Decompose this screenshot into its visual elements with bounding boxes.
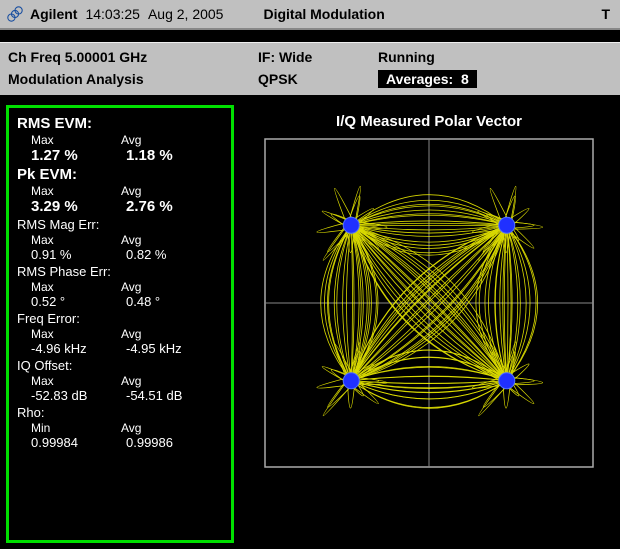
metric-value: 0.48 °	[112, 294, 207, 309]
metric-title: Rho:	[17, 405, 223, 420]
metric-col-label: Avg	[107, 327, 197, 341]
topbar: Agilent 14:03:25 Aug 2, 2005 Digital Mod…	[0, 0, 620, 30]
metric-title: IQ Offset:	[17, 358, 223, 373]
infobar: Ch Freq 5.00001 GHz IF: Wide Running Mod…	[0, 42, 620, 95]
metric-col-label: Max	[17, 184, 107, 198]
if-value: Wide	[279, 49, 312, 65]
clock-time: 14:03:25	[85, 6, 140, 22]
metric-value: -52.83 dB	[17, 388, 112, 403]
metric-value: -4.95 kHz	[112, 341, 207, 356]
metric-sublabels: MaxAvg	[17, 280, 223, 294]
constellation-point	[343, 373, 359, 389]
if-setting: IF: Wide	[258, 49, 378, 65]
metric-values: -52.83 dB-54.51 dB	[17, 388, 223, 403]
metric-value: 3.29 %	[17, 198, 112, 215]
metric-value: 2.76 %	[112, 198, 207, 215]
ch-freq-label: Ch Freq	[8, 49, 61, 65]
metric-value: 1.27 %	[17, 147, 112, 164]
metric-title: RMS EVM:	[17, 115, 223, 132]
plot-title: I/Q Measured Polar Vector	[336, 113, 522, 130]
metric-value: 0.99986	[112, 435, 207, 450]
metric-value: -4.96 kHz	[17, 341, 112, 356]
metric-sublabels: MaxAvg	[17, 133, 223, 147]
metric-col-label: Max	[17, 133, 107, 147]
metric-sublabels: MaxAvg	[17, 233, 223, 247]
metric-values: -4.96 kHz-4.95 kHz	[17, 341, 223, 356]
metric-col-label: Min	[17, 421, 107, 435]
metric-values: 0.91 %0.82 %	[17, 247, 223, 262]
metric-col-label: Avg	[107, 184, 197, 198]
ch-freq: Ch Freq 5.00001 GHz	[8, 49, 258, 65]
metric-value: 0.99984	[17, 435, 112, 450]
averages-value: 8	[461, 71, 469, 87]
modulation-type: QPSK	[258, 71, 378, 87]
metric-sublabels: MaxAvg	[17, 327, 223, 341]
plot-panel: I/Q Measured Polar Vector	[244, 105, 614, 543]
clock-date: Aug 2, 2005	[148, 6, 224, 22]
constellation-point	[499, 373, 515, 389]
metric-title: RMS Mag Err:	[17, 217, 223, 232]
constellation-point	[343, 217, 359, 233]
metric-sublabels: MaxAvg	[17, 184, 223, 198]
metric-col-label: Avg	[107, 421, 197, 435]
metric-col-label: Avg	[107, 374, 197, 388]
metric-values: 0.52 °0.48 °	[17, 294, 223, 309]
metric-value: 0.82 %	[112, 247, 207, 262]
metric-col-label: Avg	[107, 280, 197, 294]
iq-polar-plot	[264, 138, 594, 468]
metrics-panel: RMS EVM:MaxAvg1.27 %1.18 %Pk EVM:MaxAvg3…	[6, 105, 234, 543]
metric-value: -54.51 dB	[112, 388, 207, 403]
metric-sublabels: MinAvg	[17, 421, 223, 435]
run-status: Running	[378, 49, 612, 65]
metric-title: Pk EVM:	[17, 166, 223, 183]
ch-freq-value: 5.00001 GHz	[65, 49, 148, 65]
metric-value: 0.91 %	[17, 247, 112, 262]
metric-col-label: Max	[17, 374, 107, 388]
metric-values: 0.999840.99986	[17, 435, 223, 450]
divider	[0, 30, 620, 42]
metric-title: RMS Phase Err:	[17, 264, 223, 279]
metric-col-label: Max	[17, 280, 107, 294]
if-label: IF:	[258, 49, 275, 65]
metric-value: 0.52 °	[17, 294, 112, 309]
metric-values: 1.27 %1.18 %	[17, 147, 223, 164]
brand-logo-icon	[6, 5, 24, 23]
metric-col-label: Avg	[107, 233, 197, 247]
metric-title: Freq Error:	[17, 311, 223, 326]
metric-sublabels: MaxAvg	[17, 374, 223, 388]
metric-col-label: Avg	[107, 133, 197, 147]
metric-value: 1.18 %	[112, 147, 207, 164]
metric-col-label: Max	[17, 233, 107, 247]
measurement-mode: Modulation Analysis	[8, 71, 258, 87]
trigger-indicator: T	[601, 6, 610, 22]
constellation-point	[499, 217, 515, 233]
averages-box: Averages: 8	[378, 70, 477, 88]
metric-values: 3.29 %2.76 %	[17, 198, 223, 215]
mode-title: Digital Modulation	[263, 6, 384, 22]
averages-label: Averages:	[386, 71, 453, 87]
content-area: RMS EVM:MaxAvg1.27 %1.18 %Pk EVM:MaxAvg3…	[0, 95, 620, 549]
metric-col-label: Max	[17, 327, 107, 341]
brand-name: Agilent	[30, 6, 77, 22]
